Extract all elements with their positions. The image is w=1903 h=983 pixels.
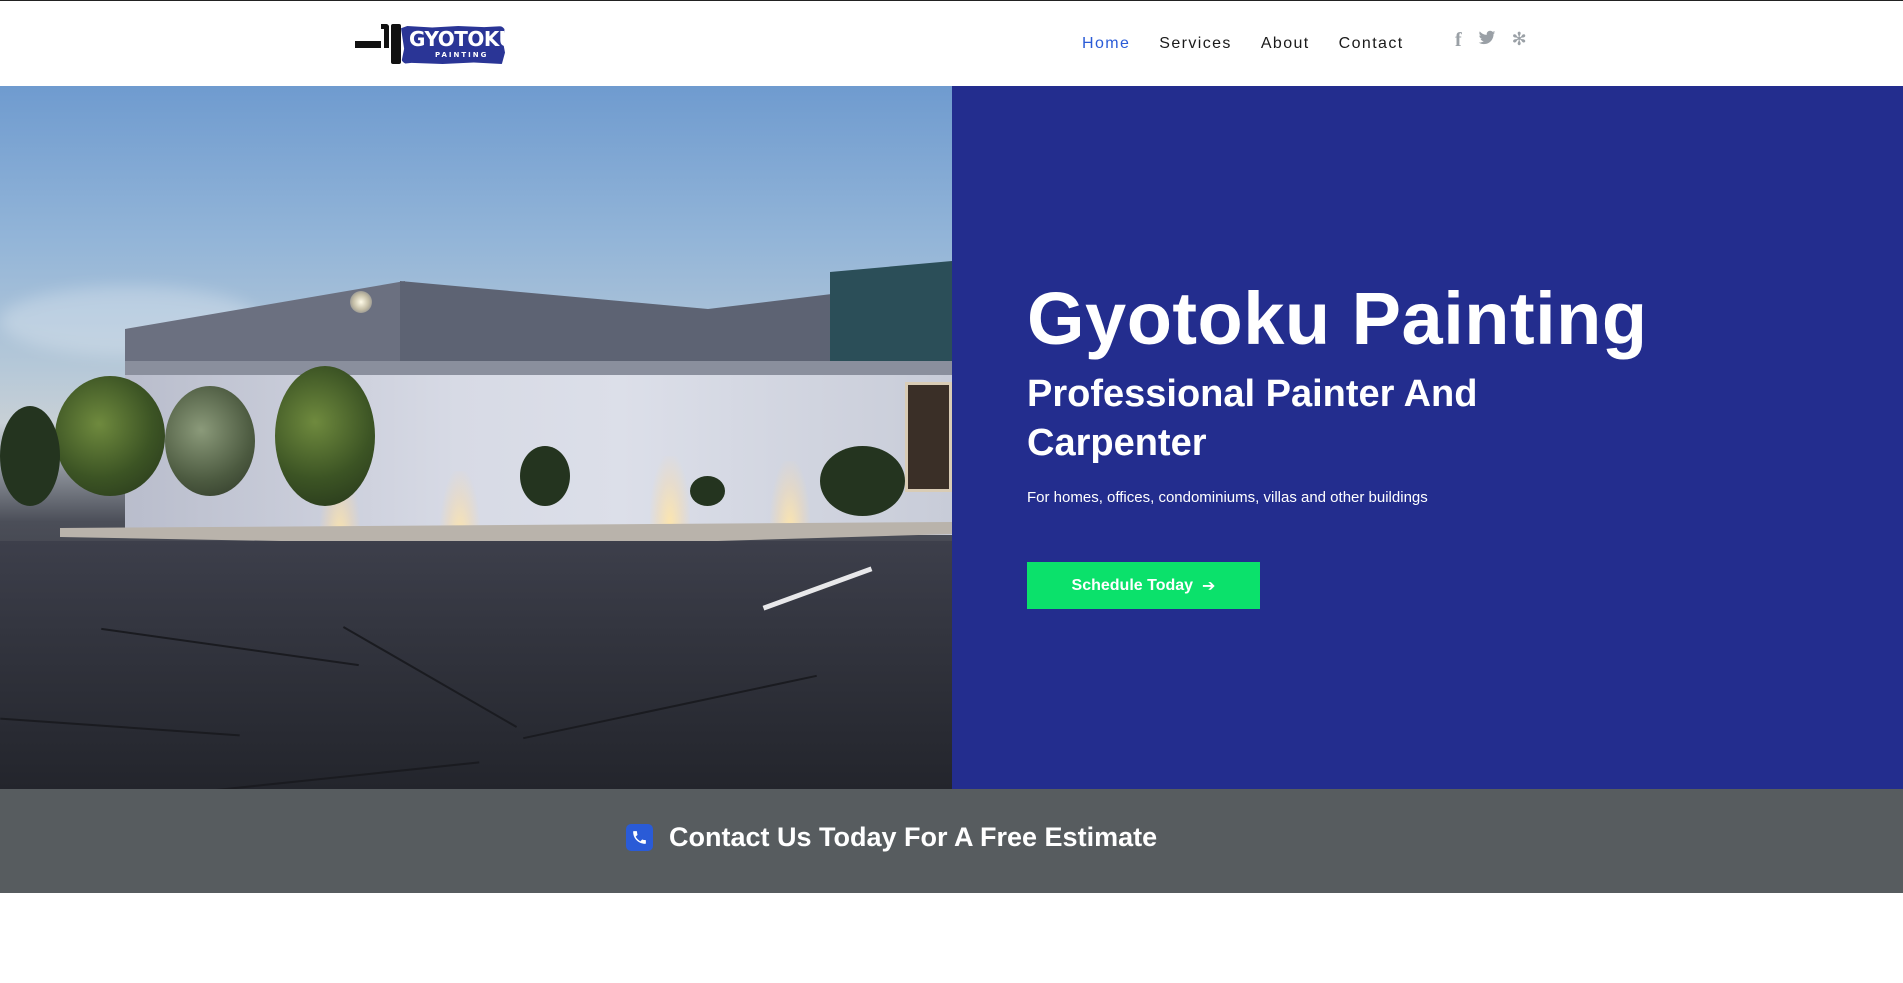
- nav-home[interactable]: Home: [1082, 34, 1130, 54]
- schedule-today-button[interactable]: Schedule Today ➔: [1027, 562, 1260, 609]
- contact-cta[interactable]: Contact Us Today For A Free Estimate: [626, 820, 1157, 854]
- hero-subtitle: Professional Painter And Carpenter: [1027, 373, 1478, 464]
- nav-services[interactable]: Services: [1159, 34, 1232, 54]
- logo-roller: [391, 24, 401, 64]
- nav-contact[interactable]: Contact: [1339, 34, 1404, 54]
- hero-panel: Gyotoku Painting Professional Painter An…: [952, 86, 1903, 789]
- hero-title: Gyotoku Painting: [1027, 277, 1648, 360]
- logo-text: GYOTOKU: [409, 27, 515, 51]
- logo-brush-handle: [355, 41, 381, 48]
- nav-about[interactable]: About: [1261, 34, 1310, 54]
- arrow-right-icon: ➔: [1202, 576, 1216, 595]
- site-logo[interactable]: GYOTOKU PAINTING: [355, 22, 515, 66]
- logo-brush-stem: [381, 24, 389, 48]
- twitter-icon[interactable]: [1478, 30, 1496, 51]
- contact-text: Contact Us Today For A Free Estimate: [669, 822, 1158, 852]
- site-header: GYOTOKU PAINTING Home Services About Con…: [0, 1, 1903, 86]
- hero-image: [0, 86, 952, 789]
- yelp-icon[interactable]: ✻: [1512, 30, 1527, 51]
- contact-bar: Contact Us Today For A Free Estimate: [0, 789, 1903, 893]
- main-nav: Home Services About Contact: [1082, 34, 1433, 54]
- social-links: f ✻: [1455, 30, 1543, 51]
- phone-icon: [626, 823, 653, 851]
- facebook-icon[interactable]: f: [1455, 30, 1462, 51]
- hero-description: For homes, offices, condominiums, villas…: [1027, 489, 1428, 506]
- logo-subtext: PAINTING: [435, 51, 489, 59]
- cta-label: Schedule Today: [1071, 576, 1194, 594]
